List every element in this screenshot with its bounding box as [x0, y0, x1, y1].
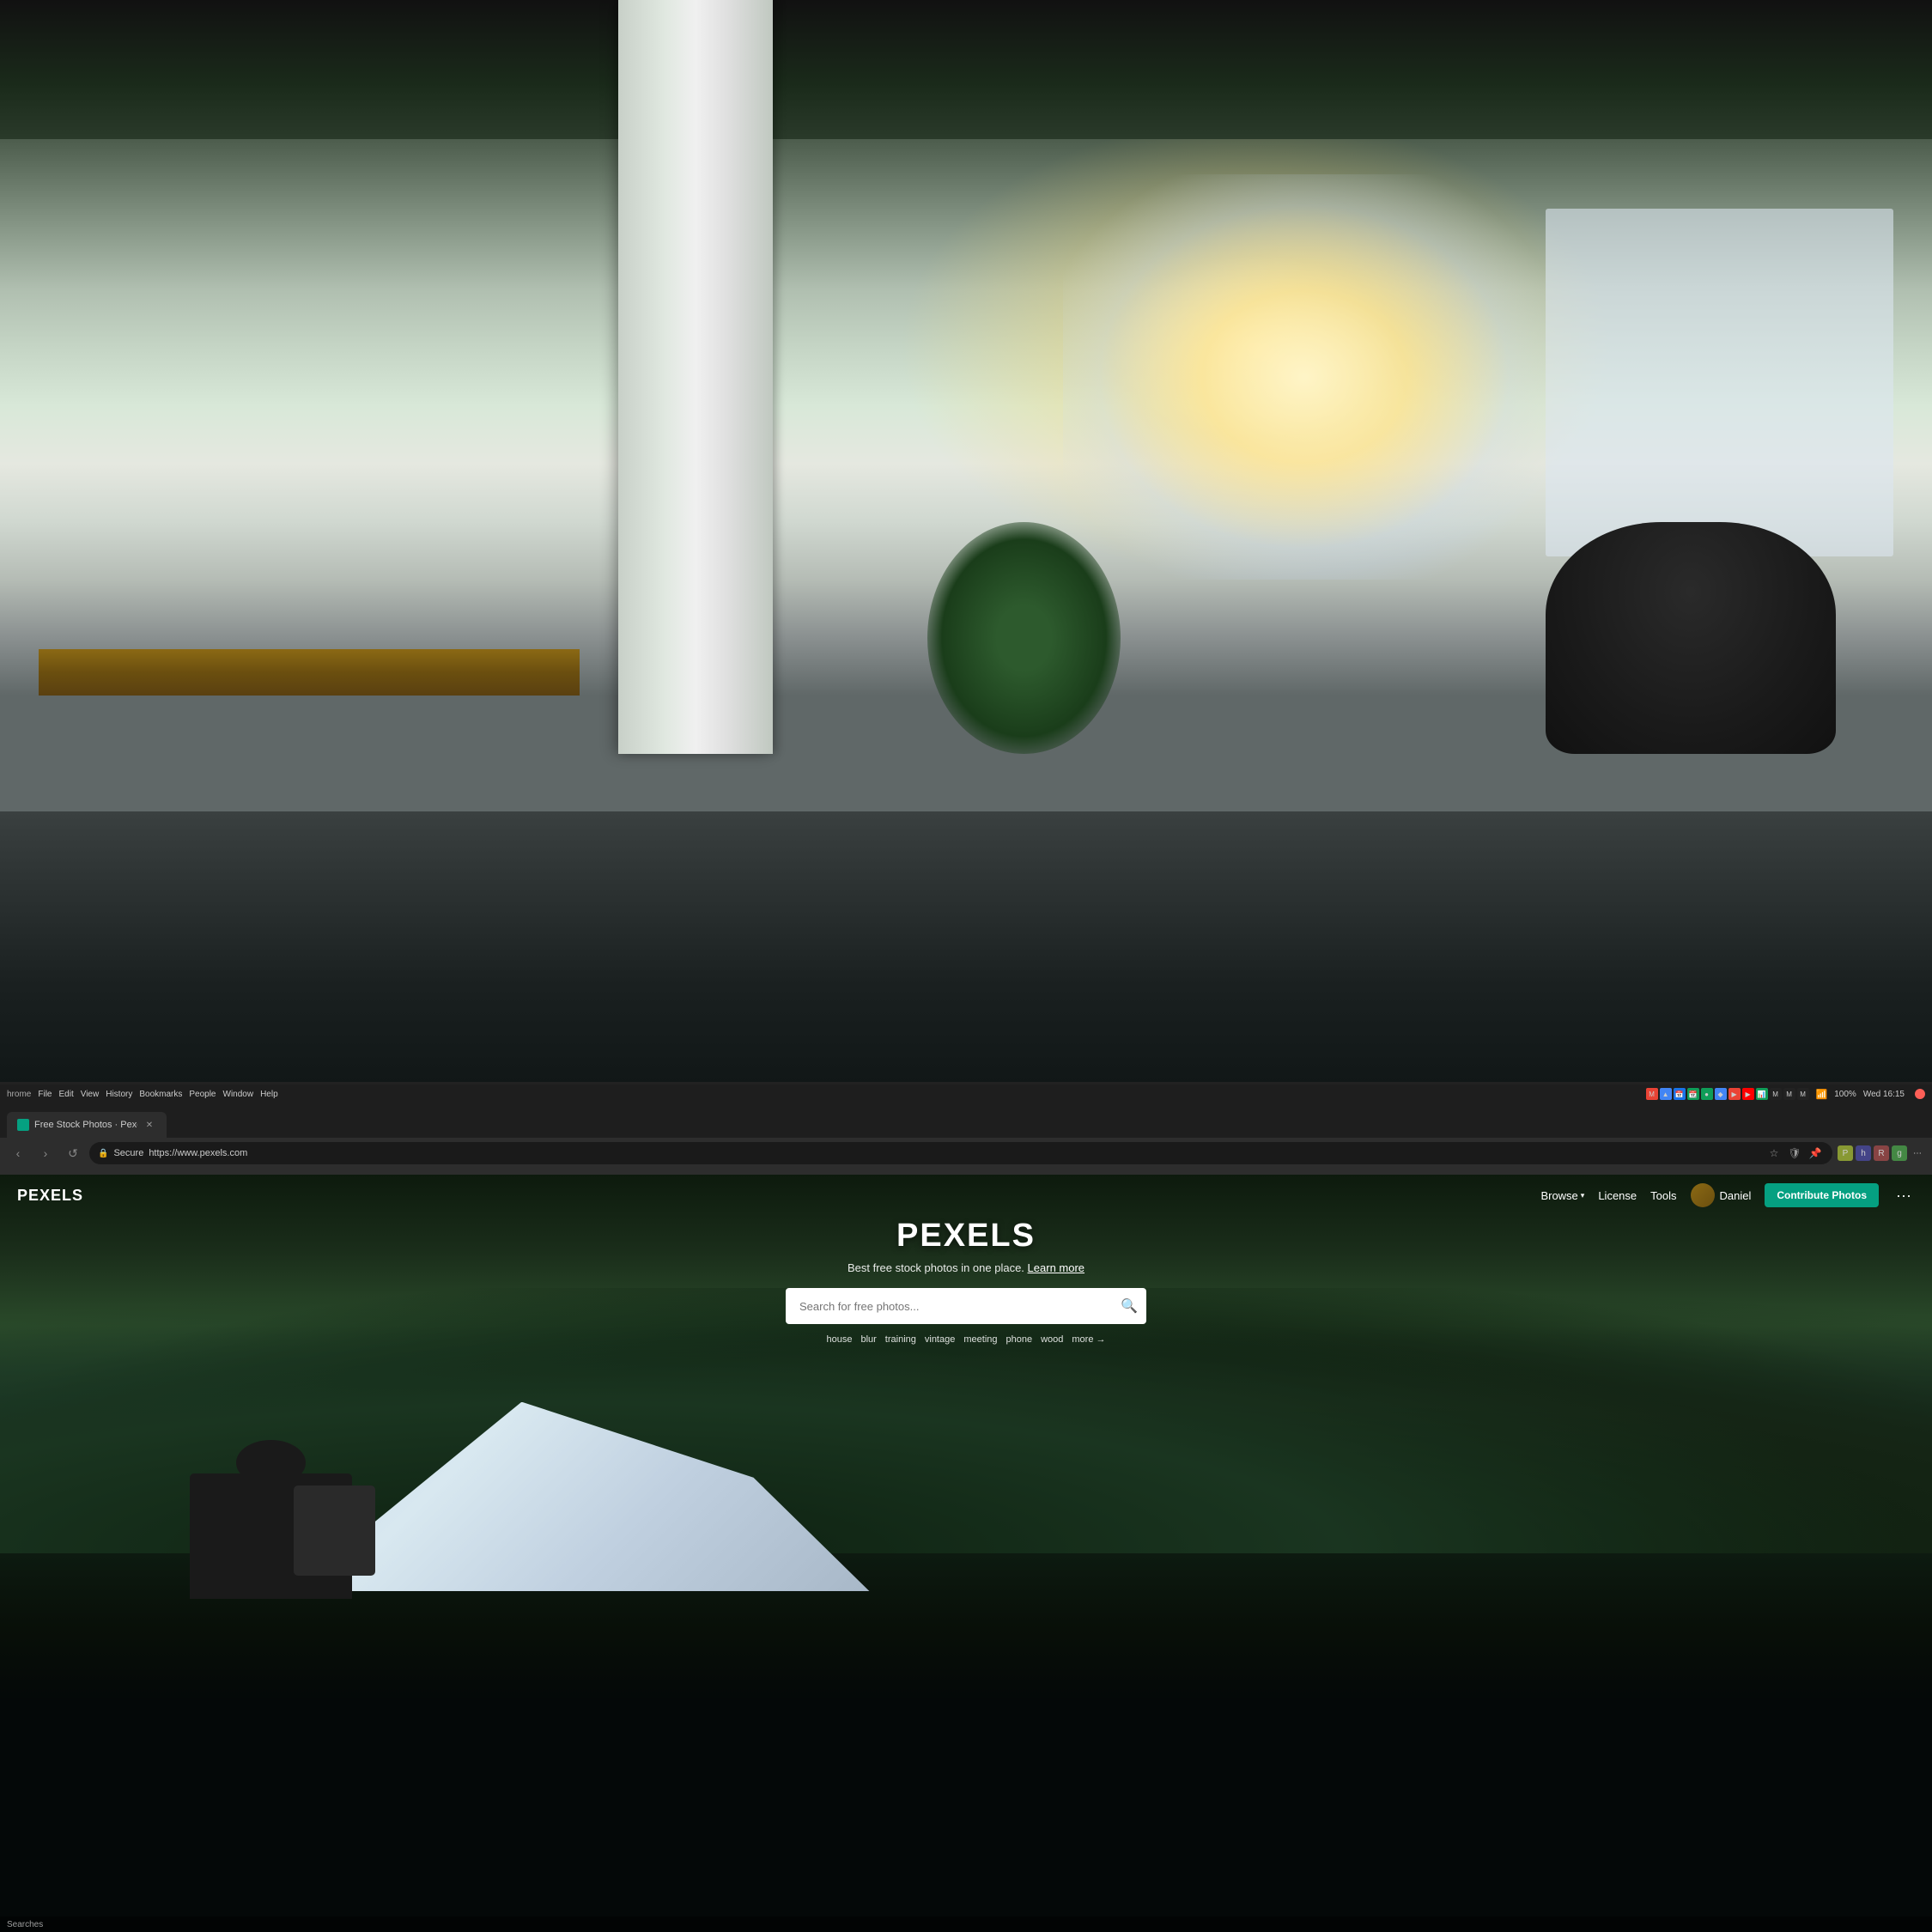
tab-favicon — [17, 1119, 29, 1131]
extension-icons: M ▲ 📅 📆 ● ◆ ▶ ▶ 📊 M M M — [1646, 1088, 1809, 1100]
browse-dropdown-arrow: ▾ — [1581, 1191, 1585, 1200]
ext-calendar: 📅 — [1674, 1088, 1686, 1100]
people-menu[interactable]: People — [189, 1090, 216, 1099]
license-nav-link[interactable]: License — [1598, 1189, 1637, 1202]
person-backpack — [294, 1485, 375, 1577]
chrome-label: hrome — [7, 1090, 31, 1099]
ext-green: ● — [1701, 1088, 1713, 1100]
history-menu[interactable]: History — [106, 1090, 132, 1099]
learn-more-link[interactable]: Learn more — [1028, 1261, 1084, 1274]
tab-title: Free Stock Photos · Pexels — [34, 1120, 137, 1130]
window-menu[interactable]: Window — [223, 1090, 254, 1099]
toolbar-ext-1[interactable]: P — [1838, 1145, 1853, 1161]
reload-button[interactable]: ↺ — [62, 1142, 84, 1164]
ext-sheets: 📊 — [1756, 1088, 1768, 1100]
time-display: Wed 16:15 — [1863, 1090, 1905, 1099]
monitor: hrome File Edit View History Bookmarks P… — [0, 1082, 1932, 1932]
search-input[interactable] — [786, 1288, 1146, 1324]
system-bar: hrome File Edit View History Bookmarks P… — [0, 1084, 1932, 1103]
address-bar-row: ‹ › ↺ 🔒 Secure https://www.pexels.com ☆ … — [0, 1138, 1932, 1169]
monitor-screen: hrome File Edit View History Bookmarks P… — [0, 1084, 1932, 1932]
help-menu[interactable]: Help — [260, 1090, 278, 1099]
battery-percent: 100% — [1834, 1090, 1856, 1099]
edit-menu[interactable]: Edit — [58, 1090, 73, 1099]
close-window-button[interactable] — [1915, 1089, 1925, 1099]
desk — [39, 649, 580, 696]
search-button[interactable]: 🔍 — [1121, 1297, 1138, 1315]
office-photo-background — [0, 0, 1932, 1159]
avatar-image — [1691, 1183, 1715, 1207]
browser-chrome: hrome File Edit View History Bookmarks P… — [0, 1084, 1932, 1175]
hero-content: PEXELS Best free stock photos in one pla… — [0, 1218, 1932, 1345]
license-label: License — [1598, 1189, 1637, 1202]
keyword-meeting[interactable]: meeting — [963, 1334, 997, 1345]
address-actions: ☆ 🛡 📌 — [1765, 1145, 1824, 1162]
ext-m3: M — [1797, 1088, 1809, 1100]
keyword-phone[interactable]: phone — [1006, 1334, 1033, 1345]
search-container: 🔍 — [786, 1288, 1146, 1324]
ext-m2: M — [1783, 1088, 1795, 1100]
search-icon: 🔍 — [1121, 1299, 1138, 1314]
tab-bar: Free Stock Photos · Pexels ✕ — [0, 1103, 1932, 1138]
bookmark-icon[interactable]: ☆ — [1765, 1145, 1783, 1162]
ext-blue: ◆ — [1715, 1088, 1727, 1100]
pexels-website: PEXELS Browse ▾ License Tools Daniel — [0, 1175, 1932, 1932]
pexels-logo: PEXELS — [17, 1187, 83, 1205]
url-display: https://www.pexels.com — [149, 1148, 247, 1158]
keyword-wood[interactable]: wood — [1041, 1334, 1063, 1345]
tools-nav-link[interactable]: Tools — [1650, 1189, 1676, 1202]
toolbar-ext-3[interactable]: R — [1874, 1145, 1889, 1161]
pin-icon: 📌 — [1807, 1145, 1824, 1162]
ceiling — [0, 0, 1932, 139]
tab-close-button[interactable]: ✕ — [143, 1118, 156, 1132]
address-bar[interactable]: 🔒 Secure https://www.pexels.com ☆ 🛡 📌 — [89, 1142, 1832, 1164]
active-tab[interactable]: Free Stock Photos · Pexels ✕ — [7, 1112, 167, 1138]
toolbar-ext-5[interactable]: ⋯ — [1910, 1145, 1925, 1161]
ext-red: ▶ — [1728, 1088, 1741, 1100]
status-bar: Searches — [0, 1917, 1932, 1932]
ext-cal2: 📆 — [1687, 1088, 1699, 1100]
chair — [1546, 522, 1836, 754]
contribute-photos-button[interactable]: Contribute Photos — [1765, 1183, 1879, 1207]
bright-window — [1063, 174, 1546, 580]
ext-gmail: M — [1646, 1088, 1658, 1100]
person-silhouette — [155, 1440, 386, 1668]
shield-icon: 🛡 — [1786, 1145, 1803, 1162]
right-window — [1546, 209, 1893, 556]
user-section: Daniel — [1691, 1183, 1752, 1207]
tools-label: Tools — [1650, 1189, 1676, 1202]
ext-yt: ▶ — [1742, 1088, 1754, 1100]
keyword-vintage[interactable]: vintage — [925, 1334, 955, 1345]
file-menu[interactable]: File — [38, 1090, 52, 1099]
bookmarks-menu[interactable]: Bookmarks — [139, 1090, 182, 1099]
wifi-icon: 📶 — [1816, 1089, 1828, 1100]
view-menu[interactable]: View — [81, 1090, 100, 1099]
nav-more-button[interactable]: ··· — [1893, 1187, 1915, 1205]
column — [618, 0, 773, 754]
person-body — [155, 1440, 386, 1668]
forward-button[interactable]: › — [34, 1142, 57, 1164]
toolbar-ext-4[interactable]: g — [1892, 1145, 1907, 1161]
keyword-tags: house blur training vintage meeting phon… — [826, 1334, 1105, 1345]
pexels-hero-title: PEXELS — [896, 1218, 1036, 1255]
user-name[interactable]: Daniel — [1720, 1189, 1752, 1202]
secure-label: Secure — [113, 1148, 143, 1158]
browse-nav-link[interactable]: Browse ▾ — [1540, 1189, 1584, 1202]
more-keywords-link[interactable]: more → — [1072, 1334, 1105, 1345]
plant — [927, 522, 1121, 754]
pexels-hero-subtitle: Best free stock photos in one place. Lea… — [848, 1261, 1084, 1274]
status-text: Searches — [7, 1920, 43, 1929]
secure-icon: 🔒 — [98, 1149, 108, 1158]
user-avatar[interactable] — [1691, 1183, 1715, 1207]
keyword-training[interactable]: training — [885, 1334, 916, 1345]
back-button[interactable]: ‹ — [7, 1142, 29, 1164]
keyword-house[interactable]: house — [826, 1334, 852, 1345]
ext-m: M — [1770, 1088, 1782, 1100]
toolbar-ext-2[interactable]: h — [1856, 1145, 1871, 1161]
pexels-navbar: PEXELS Browse ▾ License Tools Daniel — [0, 1175, 1932, 1216]
browse-label: Browse — [1540, 1189, 1577, 1202]
browser-toolbar-icons: P h R g ⋯ — [1838, 1145, 1925, 1161]
keyword-blur[interactable]: blur — [860, 1334, 876, 1345]
ext-drive: ▲ — [1660, 1088, 1672, 1100]
